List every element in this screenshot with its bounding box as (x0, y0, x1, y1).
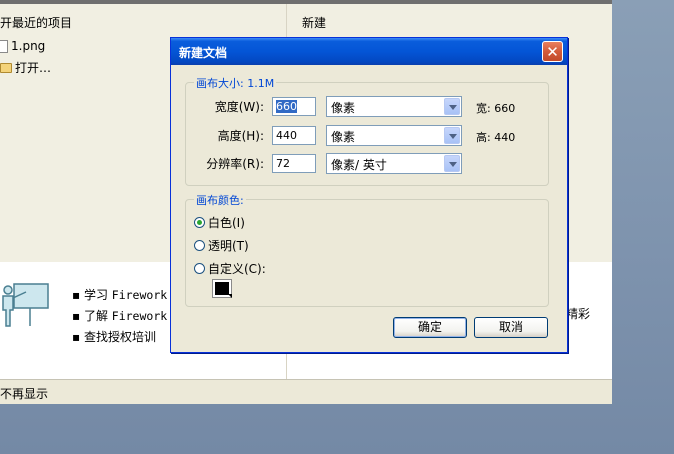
open-file-label: 打开… (15, 61, 52, 75)
resolution-unit-value: 像素/ 英寸 (331, 158, 387, 172)
radio-white[interactable]: 白色(I) (194, 214, 245, 231)
canvas-size-group: 画布大小: 1.1M 宽度(W): 660 像素 宽: 660 高度(H): 4… (185, 75, 549, 186)
radio-transparent-label: 透明(T) (208, 239, 249, 253)
about-link-product: Firework (111, 309, 168, 323)
recent-file-item[interactable]: 1.png (0, 39, 45, 53)
width-info: 宽: 660 (476, 102, 516, 115)
resolution-value: 72 (276, 157, 290, 170)
recent-projects-title: 开最近的项目 (0, 16, 73, 30)
height-value: 440 (276, 129, 297, 142)
radio-white-label: 白色(I) (208, 216, 245, 230)
canvas-color-legend: 画布颜色: (194, 192, 246, 208)
radio-custom-dot[interactable] (194, 263, 205, 274)
radio-custom-label: 自定义(C): (208, 262, 266, 276)
dont-show-again-label[interactable]: 不再显示 (0, 385, 48, 402)
width-unit-select[interactable]: 像素 (326, 96, 462, 117)
radio-transparent[interactable]: 透明(T) (194, 237, 249, 254)
cancel-button[interactable]: 取消 (474, 317, 548, 338)
close-button[interactable]: ✕ (542, 41, 563, 62)
height-unit-select[interactable]: 像素 (326, 125, 462, 146)
height-input[interactable]: 440 (272, 126, 316, 145)
training-link[interactable]: ▪ 查找授权培训 (72, 328, 156, 345)
height-label: 高度(H): (217, 129, 264, 143)
dialog-title: 新建文档 (179, 46, 228, 60)
swatch-dropdown-icon (228, 294, 232, 298)
radio-white-dot[interactable] (194, 217, 205, 228)
chevron-down-icon[interactable] (444, 127, 460, 144)
training-link-label: 查找授权培训 (83, 330, 156, 344)
learn-link[interactable]: ▪ 学习 Firework (72, 286, 167, 303)
width-value: 660 (276, 100, 297, 113)
new-section-title: 新建 (302, 16, 327, 30)
learn-link-prefix: 学习 (83, 288, 112, 302)
open-file-item[interactable]: 打开… (0, 59, 51, 76)
ok-button[interactable]: 确定 (393, 317, 467, 338)
about-link-prefix: 了解 (83, 309, 112, 323)
resolution-label: 分辨率(R): (206, 157, 264, 171)
folder-icon (0, 62, 12, 73)
canvas-color-group: 画布颜色: 白色(I) 透明(T) 自定义(C): (185, 192, 549, 307)
dialog-titlebar[interactable]: 新建文档 ✕ (171, 38, 567, 65)
teacher-icon (2, 283, 49, 327)
custom-color-swatch[interactable] (212, 279, 232, 298)
canvas-size-legend: 画布大小: 1.1M (194, 75, 277, 91)
resolution-input[interactable]: 72 (272, 154, 316, 173)
height-info: 高: 440 (476, 131, 516, 144)
chevron-down-icon[interactable] (444, 98, 460, 115)
footer-bar: 不再显示 (0, 379, 612, 404)
close-icon: ✕ (546, 43, 559, 61)
radio-custom[interactable]: 自定义(C): (194, 260, 266, 277)
swatch-fill (215, 282, 229, 295)
recent-file-label: 1.png (11, 39, 46, 53)
highlights-text: 精彩 (566, 307, 591, 321)
radio-transparent-dot[interactable] (194, 240, 205, 251)
new-document-dialog: 新建文档 ✕ 画布大小: 1.1M 宽度(W): 660 像素 宽: 660 高… (170, 37, 568, 353)
height-unit-value: 像素 (331, 130, 356, 144)
learn-link-product: Firework (111, 288, 168, 302)
file-icon (0, 39, 8, 53)
about-link[interactable]: ▪ 了解 Firework (72, 307, 167, 324)
width-unit-value: 像素 (331, 101, 356, 115)
resolution-unit-select[interactable]: 像素/ 英寸 (326, 153, 462, 174)
chevron-down-icon[interactable] (444, 155, 460, 172)
width-label: 宽度(W): (214, 100, 264, 114)
width-input[interactable]: 660 (272, 97, 316, 116)
